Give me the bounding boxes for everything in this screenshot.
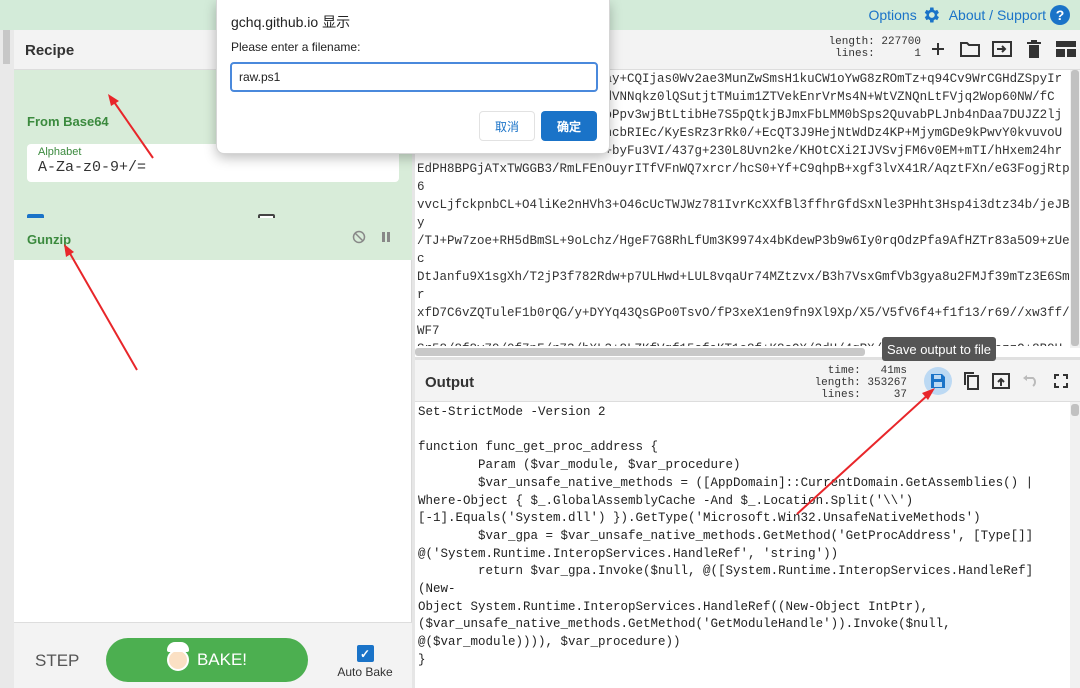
dialog-title: gchq.github.io 显示 [231, 14, 351, 30]
recipe-title: Recipe [25, 42, 75, 59]
output-lines-value: 37 [893, 389, 907, 401]
pause-icon[interactable] [380, 230, 392, 244]
input-horizontal-scroll-thumb[interactable] [415, 348, 865, 356]
input-scroll-thumb[interactable] [1071, 70, 1079, 346]
output-stats: time: 41ms length: 353267 lines: 37 [811, 365, 907, 401]
help-icon: ? [1050, 5, 1070, 25]
save-output-icon[interactable] [924, 367, 952, 395]
output-time-label: time: [827, 365, 861, 377]
panel-grip[interactable] [3, 30, 10, 64]
top-bar-links: Options About / Support ? [868, 5, 1070, 25]
filename-dialog: gchq.github.io 显示 Please enter a filenam… [216, 0, 610, 154]
input-stats: length: 227700 lines: 1 [817, 36, 921, 60]
output-title: Output [425, 374, 475, 391]
output-textarea[interactable]: Set-StrictMode -Version 2 function func_… [418, 404, 1068, 688]
input-toolbar [927, 38, 1077, 60]
auto-bake-checkbox[interactable]: ✓ [356, 645, 374, 662]
about-support-label: About / Support [948, 7, 1046, 23]
chef-icon [166, 642, 189, 671]
about-support-link[interactable]: About / Support ? [949, 5, 1070, 25]
output-lines-label: lines: [821, 389, 861, 401]
operation-title: From Base64 [27, 114, 109, 129]
step-button[interactable]: STEP [35, 651, 79, 671]
output-length-label: length: [814, 377, 861, 389]
copy-output-icon[interactable] [960, 370, 982, 392]
output-scrollbar[interactable] [1070, 402, 1080, 688]
input-length-label: length: [828, 36, 875, 48]
output-header: Output time: 41ms length: 353267 lines: … [415, 360, 1080, 402]
filename-input[interactable] [230, 62, 598, 92]
operation-title: Gunzip [27, 232, 72, 247]
ok-button[interactable]: 确定 [541, 111, 597, 141]
open-file-icon[interactable] [991, 38, 1013, 60]
open-folder-icon[interactable] [959, 38, 981, 60]
bake-button[interactable]: BAKE! [106, 638, 308, 682]
reset-layout-icon[interactable] [1055, 38, 1077, 60]
input-lines-label: lines: [835, 48, 875, 60]
add-tab-icon[interactable] [927, 38, 949, 60]
bake-label: BAKE! [196, 650, 248, 669]
output-toolbar [924, 367, 1072, 395]
input-length-value: 227700 [881, 36, 921, 48]
cancel-button[interactable]: 取消 [479, 111, 535, 141]
output-time-value: 41ms [880, 365, 907, 377]
bake-bar: STEP BAKE! ✓ Auto Bake [14, 622, 412, 688]
operation-gunzip[interactable]: Gunzip [14, 218, 412, 260]
output-scroll-thumb[interactable] [1071, 404, 1079, 416]
replace-input-icon[interactable] [990, 370, 1012, 392]
auto-bake-option[interactable]: ✓ Auto Bake [334, 645, 396, 679]
alphabet-value[interactable]: A-Za-z0-9+/= [38, 159, 146, 176]
gear-icon [924, 7, 939, 23]
undo-icon[interactable] [1020, 370, 1042, 392]
alphabet-label: Alphabet [38, 146, 82, 158]
output-length-value: 353267 [867, 377, 907, 389]
dialog-prompt: Please enter a filename: [231, 40, 361, 54]
operation-controls [352, 230, 392, 244]
options-label: Options [868, 7, 917, 23]
input-lines-value: 1 [914, 48, 921, 60]
auto-bake-label: Auto Bake [337, 665, 393, 679]
options-link[interactable]: Options [868, 5, 940, 25]
operations-panel-edge[interactable] [0, 30, 14, 688]
maximise-icon[interactable] [1050, 370, 1072, 392]
disable-icon[interactable] [352, 230, 366, 244]
output-pane: Output time: 41ms length: 353267 lines: … [415, 360, 1080, 688]
clear-input-icon[interactable] [1023, 38, 1045, 60]
input-scrollbar[interactable] [1070, 70, 1080, 348]
save-output-tooltip: Save output to file [882, 337, 996, 361]
